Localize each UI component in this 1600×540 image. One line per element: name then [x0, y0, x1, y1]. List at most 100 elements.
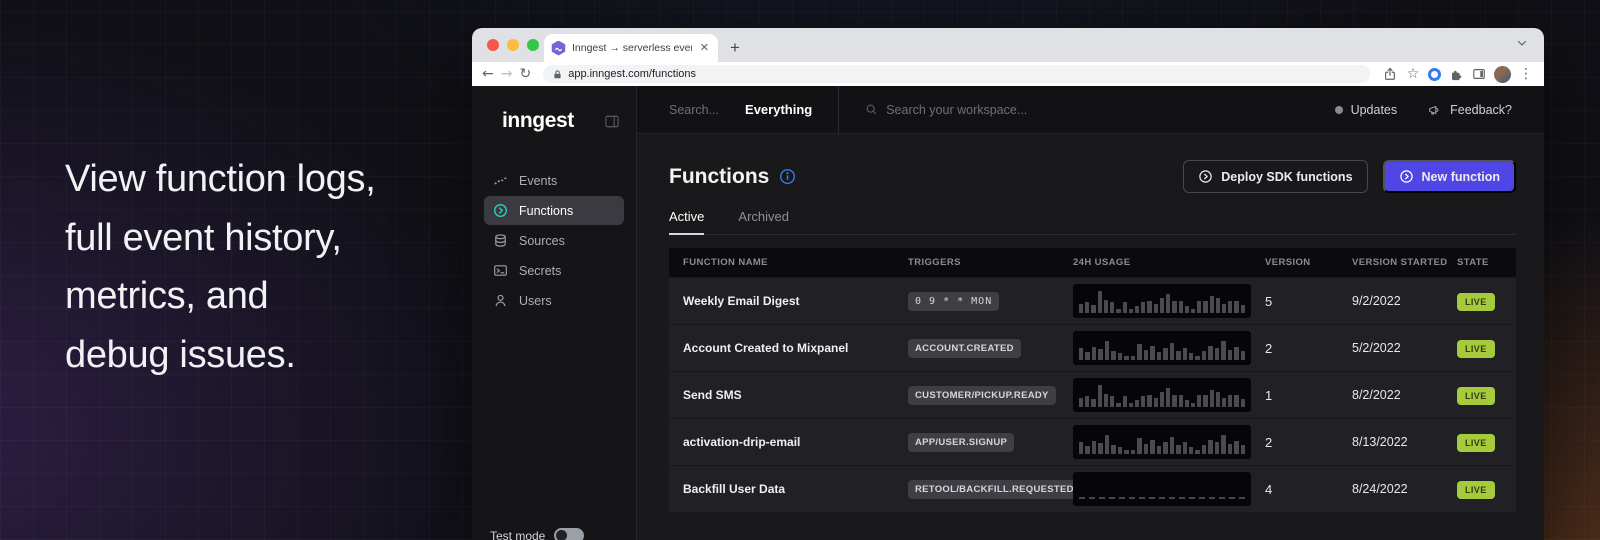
column-header: VERSION	[1265, 257, 1352, 268]
workspace-search-input[interactable]: Search your workspace...	[886, 103, 1027, 117]
usage-bar	[1085, 396, 1089, 407]
usage-bar	[1118, 353, 1122, 360]
trigger-badge: ACCOUNT.CREATED	[908, 339, 1021, 358]
search-scope-everything[interactable]: Everything	[745, 102, 812, 117]
app-header: Search... Everything Search your workspa…	[637, 86, 1544, 134]
usage-bar	[1092, 441, 1096, 454]
usage-bar	[1141, 396, 1145, 407]
version-number: 1	[1265, 388, 1352, 403]
usage-bar	[1105, 435, 1109, 454]
usage-bar	[1098, 291, 1102, 313]
usage-bar	[1137, 344, 1141, 360]
extensions-puzzle-icon[interactable]	[1448, 66, 1464, 82]
bookmark-star-icon[interactable]: ☆	[1405, 66, 1421, 82]
function-name: Backfill User Data	[683, 482, 908, 496]
tab-archived[interactable]: Archived	[738, 209, 789, 234]
usage-sparkline-chart	[1073, 472, 1251, 506]
url-text: app.inngest.com/functions	[568, 68, 696, 80]
usage-bar	[1079, 398, 1083, 407]
usage-bar	[1203, 301, 1207, 313]
usage-bar	[1154, 304, 1158, 313]
table-row[interactable]: Account Created to MixpanelACCOUNT.CREAT…	[669, 324, 1516, 371]
usage-bar	[1163, 348, 1167, 360]
usage-bar	[1131, 356, 1135, 360]
minimize-window-button[interactable]	[507, 39, 519, 51]
profile-avatar[interactable]	[1494, 66, 1511, 83]
usage-bar	[1091, 305, 1095, 313]
trigger-badge: RETOOL/BACKFILL.REQUESTED	[908, 480, 1081, 499]
sidebar-item-secrets[interactable]: Secrets	[484, 256, 624, 285]
close-window-button[interactable]	[487, 39, 499, 51]
usage-bar	[1203, 395, 1207, 407]
browser-tab-strip: Inngest → serverless event-dri ✕ +	[472, 28, 1544, 62]
usage-bar	[1079, 442, 1083, 454]
hero-headline: View function logs,full event history,me…	[65, 150, 375, 384]
updates-dot-icon	[1335, 106, 1343, 114]
sidebar-item-label: Users	[519, 294, 552, 308]
usage-bar	[1197, 301, 1201, 313]
info-icon[interactable]	[779, 168, 796, 185]
usage-bar	[1176, 445, 1180, 454]
usage-bar	[1092, 347, 1096, 360]
tab-close-icon[interactable]: ✕	[698, 43, 711, 54]
sidebar-item-events[interactable]: Events	[484, 166, 624, 195]
updates-button[interactable]: Updates	[1335, 103, 1398, 117]
usage-bar	[1147, 301, 1151, 313]
search-icon	[865, 103, 878, 116]
new-tab-button[interactable]: +	[730, 38, 740, 58]
feedback-button[interactable]: Feedback?	[1427, 103, 1512, 117]
table-row[interactable]: Backfill User DataRETOOL/BACKFILL.REQUES…	[669, 465, 1516, 512]
deploy-sdk-functions-button[interactable]: Deploy SDK functions	[1183, 160, 1367, 193]
menu-kebab-icon[interactable]: ⋮	[1518, 66, 1534, 82]
page-title: Functions	[669, 165, 769, 189]
tab-active[interactable]: Active	[669, 209, 704, 235]
new-function-button[interactable]: New function	[1383, 160, 1516, 193]
maximize-window-button[interactable]	[527, 39, 539, 51]
usage-bar	[1208, 346, 1212, 360]
state-live-badge: LIVE	[1457, 293, 1495, 311]
state-live-badge: LIVE	[1457, 340, 1495, 358]
usage-bar	[1191, 403, 1195, 407]
password-manager-extension-icon[interactable]	[1428, 68, 1441, 81]
function-name: Weekly Email Digest	[683, 294, 908, 308]
test-mode-toggle[interactable]	[554, 528, 584, 540]
table-row[interactable]: Send SMSCUSTOMER/PICKUP.READY18/2/2022LI…	[669, 371, 1516, 418]
sidebar-item-functions[interactable]: Functions	[484, 196, 624, 225]
table-row[interactable]: Weekly Email Digest0 9 * * MON59/2/2022L…	[669, 277, 1516, 324]
side-panel-icon[interactable]	[1471, 66, 1487, 82]
usage-bar	[1210, 296, 1214, 313]
reload-button[interactable]: ↻	[519, 67, 531, 81]
usage-bar	[1241, 399, 1245, 407]
usage-bar	[1135, 400, 1139, 407]
usage-sparkline-chart	[1073, 378, 1251, 412]
functions-table: FUNCTION NAMETRIGGERS24H USAGEVERSIONVER…	[669, 248, 1516, 512]
usage-bar	[1221, 341, 1225, 360]
share-icon[interactable]	[1382, 66, 1398, 82]
usage-bar	[1085, 446, 1089, 454]
search-shortcut-label[interactable]: Search...	[669, 103, 719, 117]
usage-bar	[1110, 396, 1114, 407]
usage-bar	[1079, 348, 1083, 360]
browser-tab[interactable]: Inngest → serverless event-dri ✕	[544, 34, 718, 62]
back-button[interactable]: ←	[482, 67, 494, 81]
usage-bar	[1144, 350, 1148, 360]
usage-bar	[1085, 302, 1089, 313]
usage-bar	[1160, 392, 1164, 407]
usage-bar	[1185, 400, 1189, 407]
usage-bar	[1202, 351, 1206, 360]
address-bar[interactable]: app.inngest.com/functions	[543, 65, 1370, 83]
tab-search-chevron-icon[interactable]	[1516, 37, 1528, 49]
sidebar-item-sources[interactable]: Sources	[484, 226, 624, 255]
version-number: 4	[1265, 482, 1352, 497]
forward-button[interactable]: →	[501, 67, 513, 81]
usage-bar	[1166, 294, 1170, 313]
table-row[interactable]: activation-drip-emailAPP/USER.SIGNUP28/1…	[669, 418, 1516, 465]
usage-bar	[1157, 352, 1161, 360]
collapse-sidebar-icon[interactable]	[605, 115, 619, 128]
usage-bar	[1215, 348, 1219, 360]
usage-bar	[1160, 298, 1164, 313]
sidebar-item-users[interactable]: Users	[484, 286, 624, 315]
main-content: Functions Deploy SDK functions New funct…	[637, 134, 1544, 540]
sidebar: inngest EventsFunctionsSourcesSecretsUse…	[472, 86, 637, 540]
usage-bar	[1234, 347, 1238, 360]
